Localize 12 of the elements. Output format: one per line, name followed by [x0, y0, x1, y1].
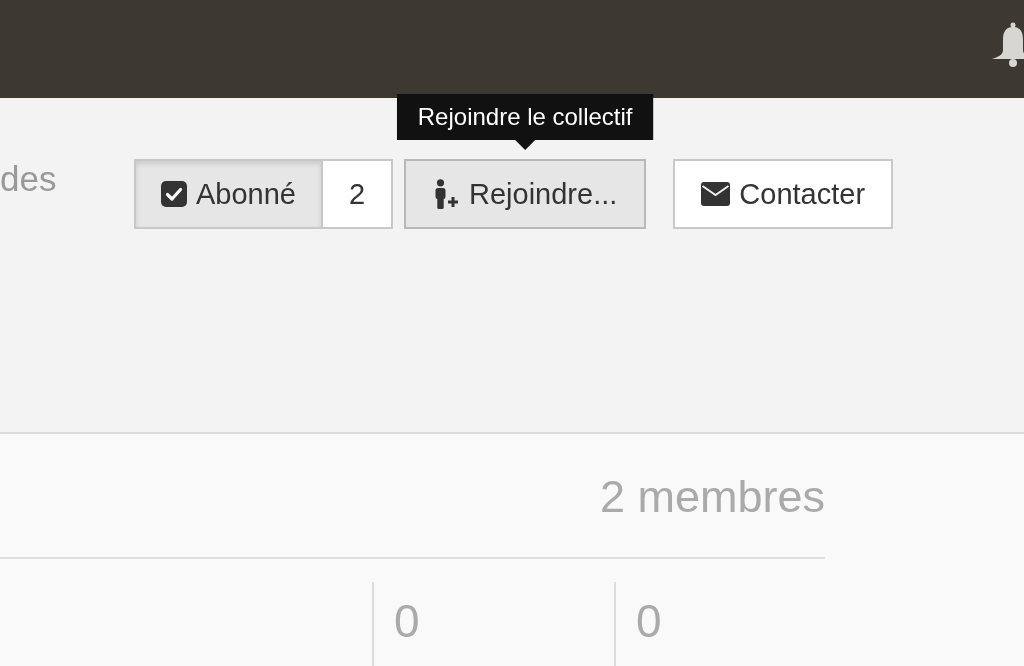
stat-value: 0	[636, 595, 662, 647]
envelope-icon	[701, 182, 731, 206]
bell-icon[interactable]	[992, 22, 1024, 68]
intro-text: des	[0, 161, 57, 196]
subscribe-button[interactable]: Abonné	[134, 159, 323, 229]
member-count: 2 membres	[599, 474, 825, 519]
stat-value: 0	[394, 595, 420, 647]
tooltip: Rejoindre le collectif	[396, 94, 654, 150]
contact-button[interactable]: Contacter	[673, 159, 894, 229]
join-button[interactable]: Rejoindre...	[404, 159, 647, 229]
subscriber-count: 2	[323, 159, 393, 229]
person-plus-icon	[433, 179, 459, 209]
